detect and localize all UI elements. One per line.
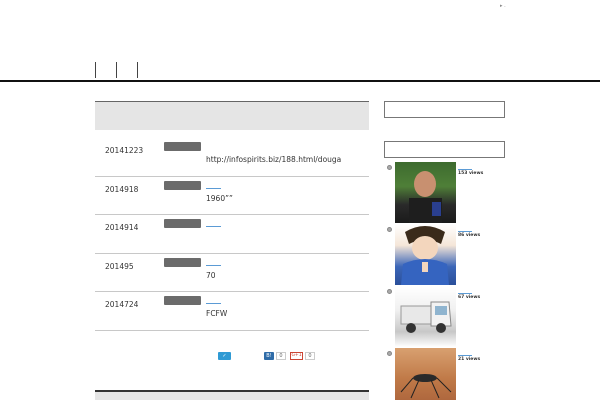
- person-photo-icon: [409, 171, 442, 223]
- article-text: 1960””: [206, 193, 233, 203]
- post-thumbnail[interactable]: [395, 286, 456, 347]
- post-thumbnail[interactable]: [395, 348, 456, 400]
- nav-separator: [137, 62, 138, 78]
- article-link[interactable]: [206, 264, 221, 266]
- gplus-button[interactable]: G+1: [290, 352, 303, 360]
- article-list: 20141223 http://infospirits.biz/188.html…: [95, 101, 369, 331]
- article-row[interactable]: 2014724 FCFW: [95, 292, 369, 331]
- post-views: 21 views: [458, 357, 481, 362]
- mosquito-photo-icon: [400, 374, 452, 399]
- article-row[interactable]: 201495 70: [95, 254, 369, 292]
- article-date: 20141223: [105, 146, 144, 155]
- list-heading-bar: [95, 101, 369, 130]
- article-row[interactable]: 20141223 http://infospirits.biz/188.html…: [95, 138, 369, 177]
- post-category-link[interactable]: [458, 293, 472, 294]
- article-date: 2014914: [105, 223, 139, 232]
- post-thumbnail[interactable]: [395, 224, 456, 285]
- sidebar-search-box[interactable]: [384, 101, 505, 118]
- article-text: 70: [206, 270, 216, 280]
- post-category-link[interactable]: [458, 355, 472, 356]
- post-views: 67 views: [458, 295, 481, 300]
- article-text[interactable]: http://infospirits.biz/188.html/douga: [206, 155, 341, 164]
- article-link[interactable]: [206, 187, 221, 189]
- bullet-icon: [387, 289, 392, 294]
- header-rule: [0, 80, 600, 82]
- post-views: 86 views: [458, 233, 481, 238]
- footer-heading-bar: [95, 390, 369, 400]
- popular-post-item[interactable]: 67 views: [384, 286, 506, 348]
- bullet-icon: [387, 165, 392, 170]
- character-illustration-icon: [401, 226, 449, 285]
- bullet-icon: [387, 227, 392, 232]
- article-row[interactable]: 2014914: [95, 215, 369, 254]
- share-buttons: ✓ B! 0 G+1 0: [95, 352, 369, 362]
- nav-separator: [95, 62, 96, 78]
- category-tag[interactable]: [164, 142, 201, 151]
- top-mark: ▸ .: [500, 3, 506, 9]
- article-date: 2014918: [105, 184, 139, 194]
- bullet-icon: [387, 351, 392, 356]
- category-tag[interactable]: [164, 180, 201, 190]
- category-tag[interactable]: [164, 296, 201, 305]
- post-category-link[interactable]: [458, 231, 472, 232]
- popular-post-item[interactable]: 21 views: [384, 348, 506, 400]
- article-date: 201495: [105, 261, 134, 271]
- article-text: FCFW: [206, 309, 228, 318]
- sidebar-widget-box[interactable]: [384, 141, 505, 158]
- truck-photo-icon: [400, 301, 452, 333]
- article-row[interactable]: 2014918 1960””: [95, 177, 369, 215]
- post-category-link[interactable]: [458, 169, 472, 170]
- category-tag[interactable]: [164, 219, 201, 228]
- category-tag[interactable]: [164, 257, 201, 267]
- article-link[interactable]: [206, 303, 221, 304]
- popular-post-item[interactable]: 153 views: [384, 162, 506, 224]
- gplus-count: 0: [305, 352, 315, 360]
- article-link[interactable]: [206, 226, 221, 227]
- nav-separator: [116, 62, 117, 78]
- popular-post-item[interactable]: 86 views: [384, 224, 506, 286]
- post-thumbnail[interactable]: [395, 162, 456, 223]
- hatena-bookmark-button[interactable]: B!: [264, 352, 274, 360]
- hatena-count: 0: [276, 352, 286, 360]
- article-date: 2014724: [105, 300, 139, 309]
- twitter-share-button[interactable]: ✓: [218, 352, 231, 360]
- post-views: 153 views: [458, 171, 484, 176]
